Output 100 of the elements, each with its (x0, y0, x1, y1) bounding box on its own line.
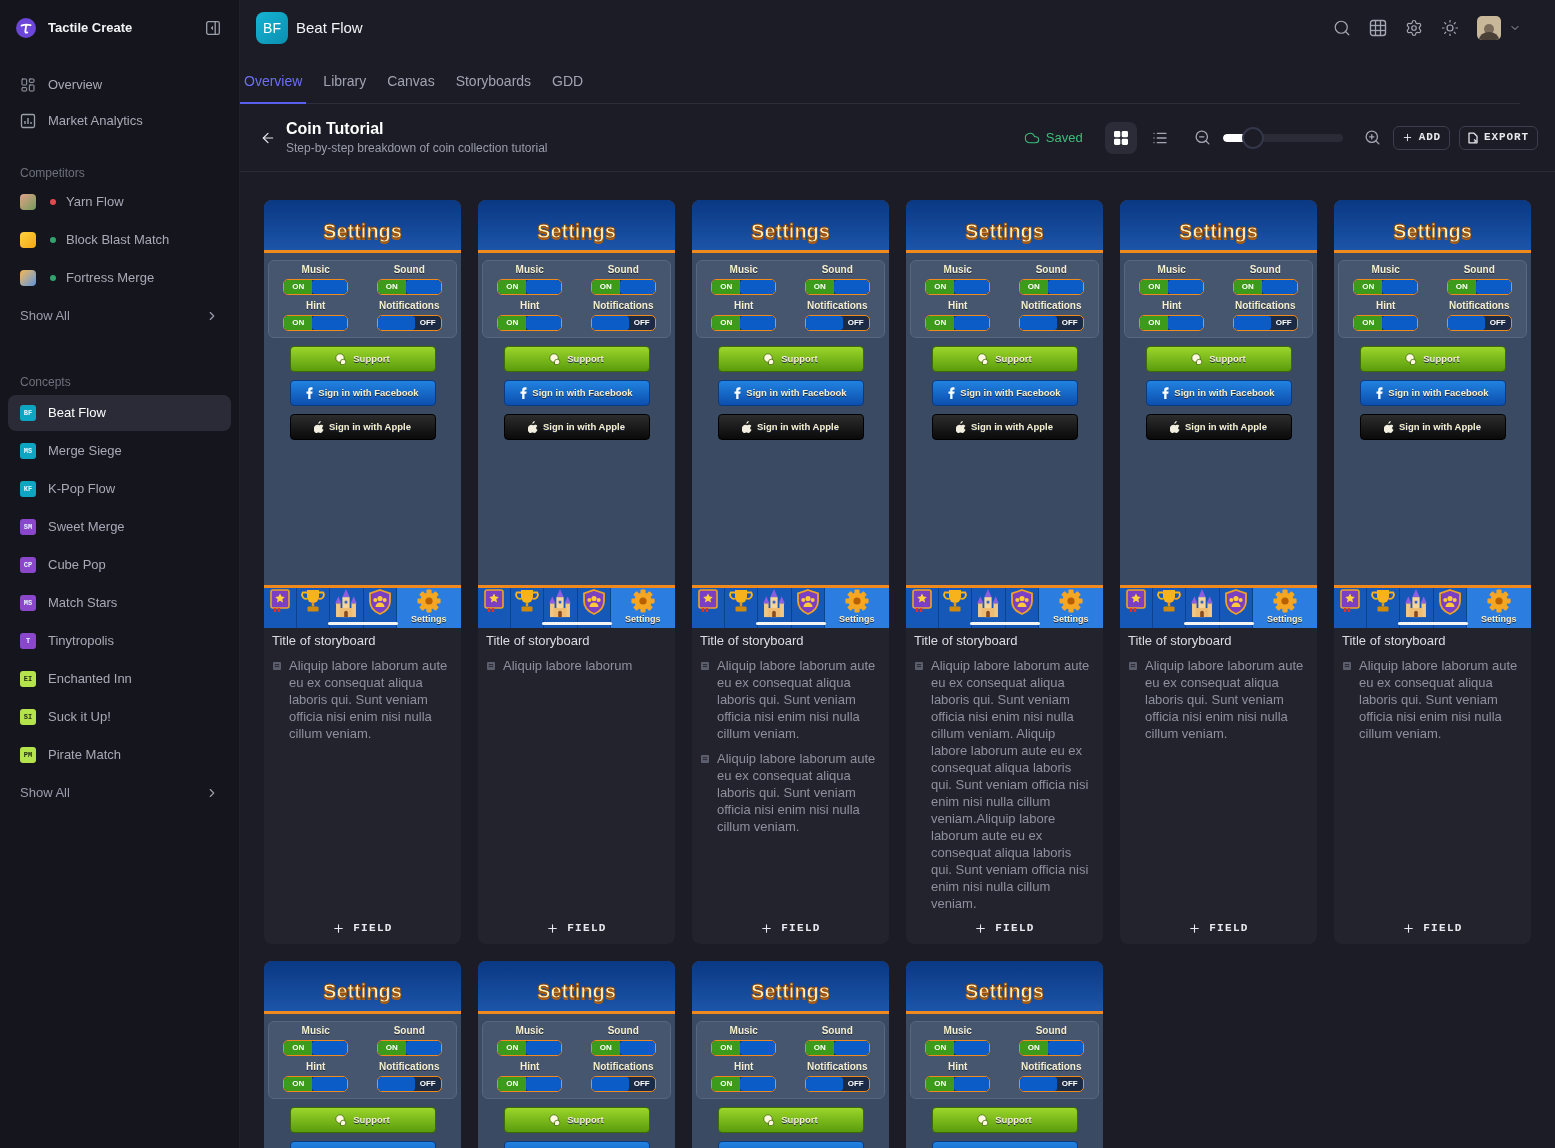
zoom-out-icon[interactable] (1193, 129, 1211, 146)
toggle-switch[interactable]: ON (711, 279, 777, 295)
toggle-switch[interactable]: ON (1018, 279, 1084, 295)
add-field-button[interactable]: FIELD (1394, 912, 1471, 942)
toggle-switch[interactable]: OFF (1232, 315, 1298, 331)
sidebar-item[interactable]: Market Analytics (8, 103, 231, 139)
apple-sign-in-button[interactable]: Sign in with Apple (289, 414, 436, 440)
add-field-button[interactable]: FIELD (324, 912, 401, 942)
logo-icon[interactable] (16, 18, 36, 38)
toggle-switch[interactable]: OFF (376, 315, 442, 331)
toggle-switch[interactable]: ON (925, 1039, 991, 1056)
add-button[interactable]: ADD (1392, 125, 1451, 150)
toggle-switch[interactable]: ON (283, 1039, 349, 1056)
zoom-slider[interactable] (1222, 126, 1343, 149)
sidebar-item[interactable]: Overview (8, 67, 231, 103)
show-all-button[interactable]: Show All (8, 297, 231, 335)
nav-tab[interactable]: Settings (1252, 588, 1317, 628)
add-field-button[interactable]: FIELD (1180, 912, 1257, 942)
dashboard-icon (20, 77, 36, 93)
apple-sign-in-button[interactable]: Sign in with Apple (717, 414, 864, 440)
nav-tab[interactable]: Settings (610, 588, 675, 628)
grid-view-button[interactable] (1104, 121, 1137, 154)
screen-title: Settings (965, 980, 1044, 1003)
toggle-switch[interactable]: ON (590, 279, 656, 295)
grid-icon[interactable] (1369, 19, 1387, 37)
nav-tab[interactable]: Settings (1038, 588, 1103, 628)
tab[interactable]: Library (319, 56, 371, 104)
toggle-switch[interactable]: ON (1139, 315, 1205, 331)
toggle-switch[interactable]: ON (497, 1039, 563, 1056)
facebook-sign-in-button[interactable]: Sign in with Facebook (289, 380, 436, 406)
toggle-switch[interactable]: ON (804, 1039, 870, 1056)
user-avatar[interactable] (1477, 16, 1501, 40)
tab[interactable]: GDD (548, 56, 588, 104)
toggle-switch[interactable]: ON (376, 1039, 442, 1056)
facebook-sign-in-button[interactable]: Sign in with Facebook (1145, 380, 1292, 406)
add-field-button[interactable]: FIELD (966, 912, 1043, 942)
facebook-sign-in-button[interactable]: Sign in with Facebook (1359, 380, 1506, 406)
toggle-switch[interactable]: ON (497, 1075, 563, 1092)
apple-sign-in-button[interactable]: Sign in with Apple (931, 414, 1078, 440)
toggle-switch[interactable]: ON (283, 1075, 349, 1092)
search-icon[interactable] (1333, 19, 1351, 37)
f-logo-icon (520, 387, 528, 399)
toggle-switch[interactable]: ON (1353, 315, 1419, 331)
show-all-button[interactable]: Show All (8, 774, 231, 812)
toggle-switch[interactable]: OFF (1446, 315, 1512, 331)
apple-sign-in-button[interactable]: Sign in with Apple (1145, 414, 1292, 440)
toggle-switch[interactable]: ON (497, 279, 563, 295)
sidebar-item[interactable]: Fortress Merge (8, 259, 231, 297)
toggle-switch[interactable]: ON (711, 1075, 777, 1092)
add-field-button[interactable]: FIELD (538, 912, 615, 942)
tab[interactable]: Canvas (383, 56, 439, 104)
toggle-switch[interactable]: ON (283, 315, 349, 331)
toggle-switch[interactable]: OFF (590, 1075, 656, 1092)
toggle-switch[interactable]: ON (283, 279, 349, 295)
apple-sign-in-button[interactable]: Sign in with Apple (1359, 414, 1506, 440)
toggle-switch[interactable]: ON (925, 315, 991, 331)
plus-icon (974, 921, 988, 935)
sidebar-item[interactable]: Block Blast Match (8, 221, 231, 259)
toggle-switch[interactable]: ON (711, 315, 777, 331)
app-image-placeholder (20, 194, 36, 210)
toggle-switch[interactable]: ON (925, 279, 991, 295)
nav-tab[interactable]: Settings (1466, 588, 1531, 628)
screen-title: Settings (751, 980, 830, 1003)
toggle-switch[interactable]: OFF (804, 315, 870, 331)
castle-icon (334, 589, 359, 618)
toggle-switch[interactable]: OFF (804, 1075, 870, 1092)
toggle-switch[interactable]: ON (590, 1039, 656, 1056)
toggle-label: Hint (734, 1060, 754, 1073)
toggle-switch[interactable]: ON (1353, 279, 1419, 295)
toggle-switch[interactable]: ON (1232, 279, 1298, 295)
toggle-switch[interactable]: ON (376, 279, 442, 295)
zoom-in-icon[interactable] (1363, 129, 1381, 146)
toggle-switch[interactable]: ON (497, 315, 563, 331)
toggle-switch[interactable]: OFF (1018, 315, 1084, 331)
add-field-button[interactable]: FIELD (752, 912, 829, 942)
tab[interactable]: Overview (240, 56, 307, 104)
export-button[interactable]: EXPORT (1459, 125, 1538, 150)
apple-sign-in-button[interactable]: Sign in with Apple (503, 414, 650, 440)
toggle-switch[interactable]: ON (1018, 1039, 1084, 1056)
toggle-switch[interactable]: ON (1139, 279, 1205, 295)
toggle-switch[interactable]: ON (804, 279, 870, 295)
sidebar-item[interactable]: Yarn Flow (8, 183, 231, 221)
facebook-sign-in-button[interactable]: Sign in with Facebook (717, 380, 864, 406)
nav-tab[interactable]: Settings (824, 588, 889, 628)
toggle-switch[interactable]: OFF (376, 1075, 442, 1092)
gear-icon (844, 589, 869, 613)
facebook-sign-in-button[interactable]: Sign in with Facebook (931, 380, 1078, 406)
facebook-sign-in-button[interactable]: Sign in with Facebook (503, 380, 650, 406)
toggle-switch[interactable]: ON (925, 1075, 991, 1092)
toggle-switch[interactable]: ON (711, 1039, 777, 1056)
slider-thumb[interactable] (1242, 126, 1265, 149)
sidebar-toggle-icon[interactable] (206, 21, 220, 35)
tab[interactable]: Storyboards (451, 56, 536, 104)
nav-tab[interactable]: Settings (396, 588, 461, 628)
sun-icon[interactable] (1441, 19, 1459, 37)
toggle-switch[interactable]: ON (1446, 279, 1512, 295)
plus-icon (1401, 132, 1413, 143)
settings-icon[interactable] (1405, 19, 1423, 37)
toggle-switch[interactable]: OFF (1018, 1075, 1084, 1092)
toggle-switch[interactable]: OFF (590, 315, 656, 331)
